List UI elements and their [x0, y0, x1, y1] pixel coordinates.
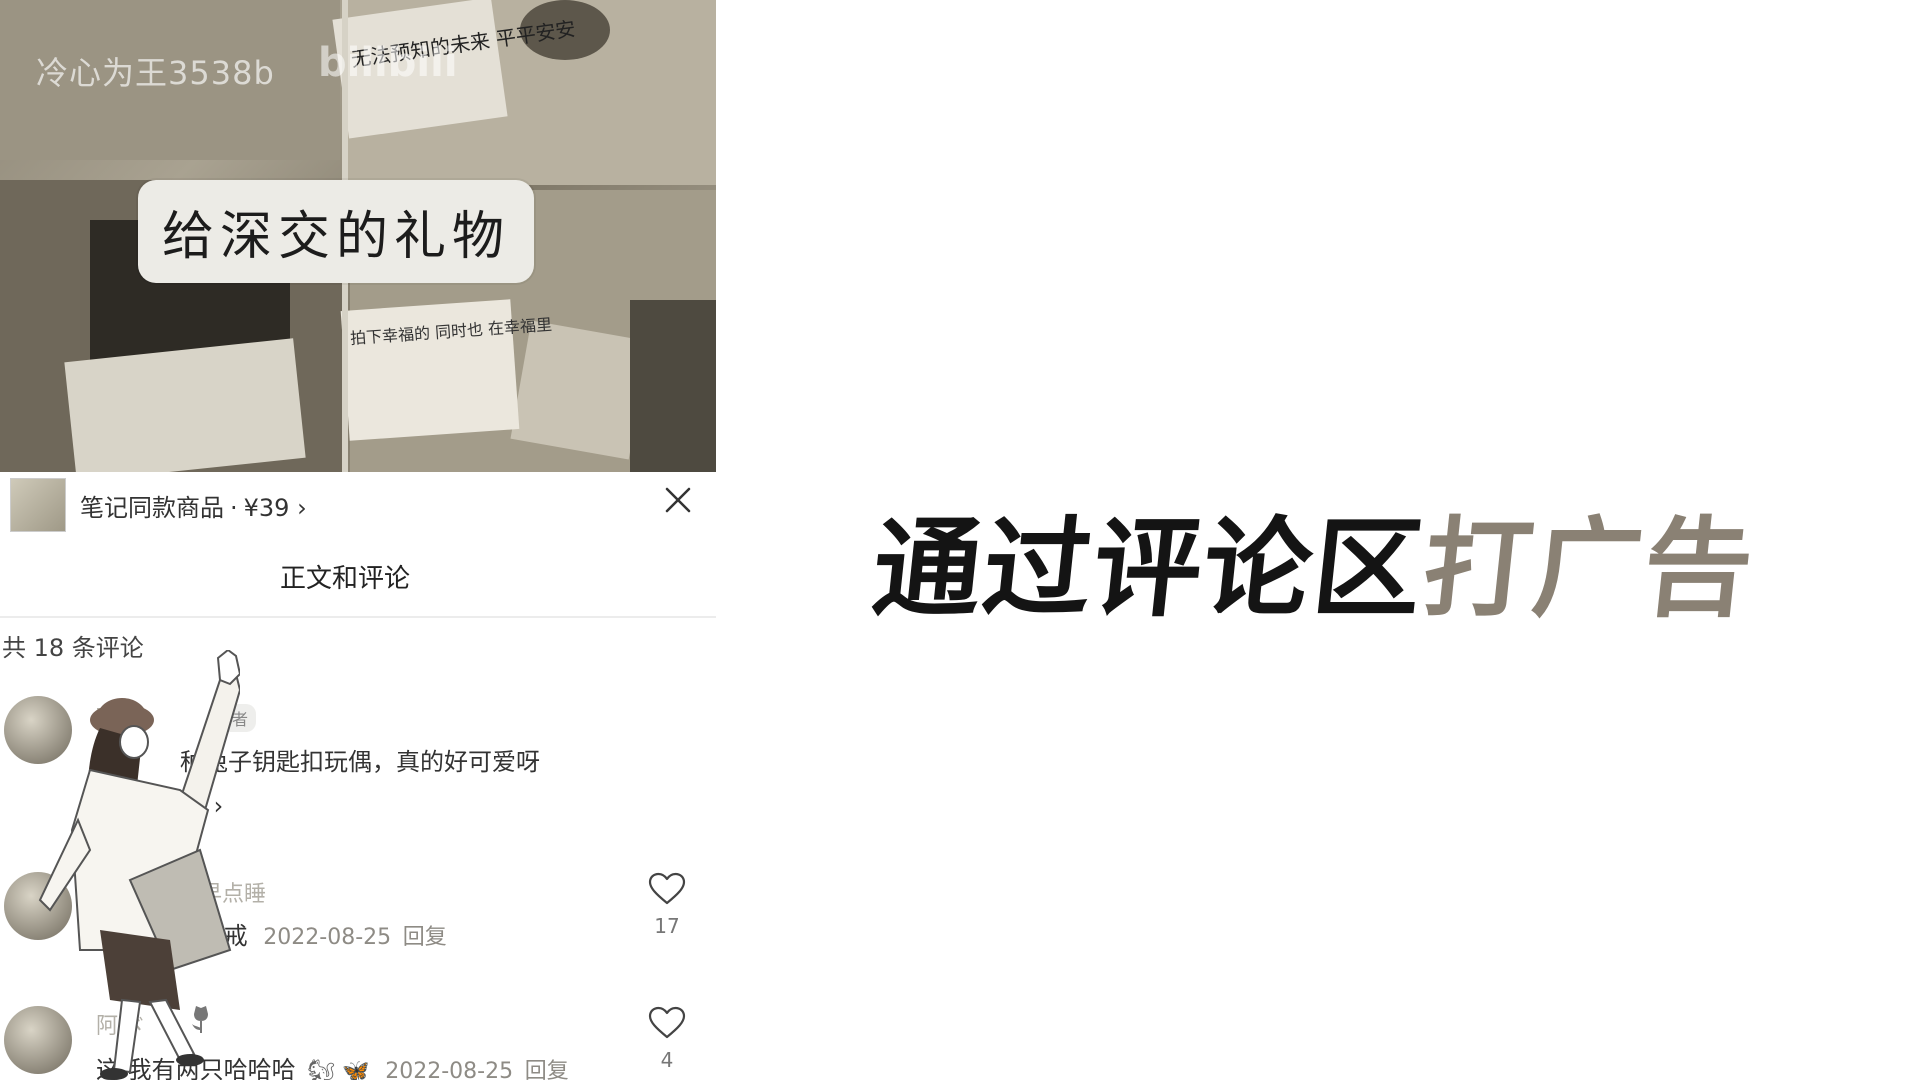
like-count: 4 [660, 1048, 674, 1072]
bilibili-logo: bilibili [318, 40, 458, 86]
product-label: 笔记同款商品 [80, 494, 224, 522]
phone-screenshot: 无法预知的未来 平平安安 拍下幸福的 同时也 在幸福里 冷心为王3538b bi… [0, 0, 716, 1080]
like-count: 17 [654, 914, 680, 938]
cover-paper-bag [630, 300, 716, 472]
product-link[interactable]: 笔记同款商品 · ¥39 › [80, 488, 307, 523]
product-row[interactable]: 笔记同款商品 · ¥39 › [0, 472, 716, 536]
tab-bar: 正文和评论 [0, 540, 716, 618]
headline-accent: 打广告 [1417, 507, 1761, 632]
cover-image[interactable]: 无法预知的未来 平平安安 拍下幸福的 同时也 在幸福里 冷心为王3538b bi… [0, 0, 716, 472]
headline: 通过评论区打广告 [867, 482, 1763, 632]
product-thumbnail[interactable] [10, 478, 66, 532]
reply-button[interactable]: 回复 [403, 925, 447, 950]
cover-title: 给深交的礼物 [138, 180, 535, 283]
close-icon[interactable] [660, 482, 696, 518]
product-price: ¥39 [243, 494, 290, 522]
product-separator: · [230, 494, 238, 522]
cover-gift-box [510, 320, 650, 460]
emoji: 🐿 🦋 [307, 1059, 370, 1080]
cover-gift-box [64, 338, 306, 472]
comment-date: 2022-08-25 [263, 925, 392, 950]
headline-dark: 通过评论区 [867, 507, 1431, 632]
tab-content-and-comments[interactable]: 正文和评论 [0, 558, 690, 595]
heart-icon[interactable] [648, 1006, 686, 1040]
cover-watermark-username: 冷心为王3538b [36, 54, 275, 92]
chevron-right-icon: › [297, 494, 307, 522]
stage: 无法预知的未来 平平安安 拍下幸福的 同时也 在幸福里 冷心为王3538b bi… [0, 0, 1920, 1080]
reply-button[interactable]: 回复 [525, 1059, 569, 1080]
waving-girl-illustration [38, 650, 240, 1080]
heart-icon[interactable] [648, 872, 686, 906]
comment-date: 2022-08-25 [385, 1059, 514, 1080]
